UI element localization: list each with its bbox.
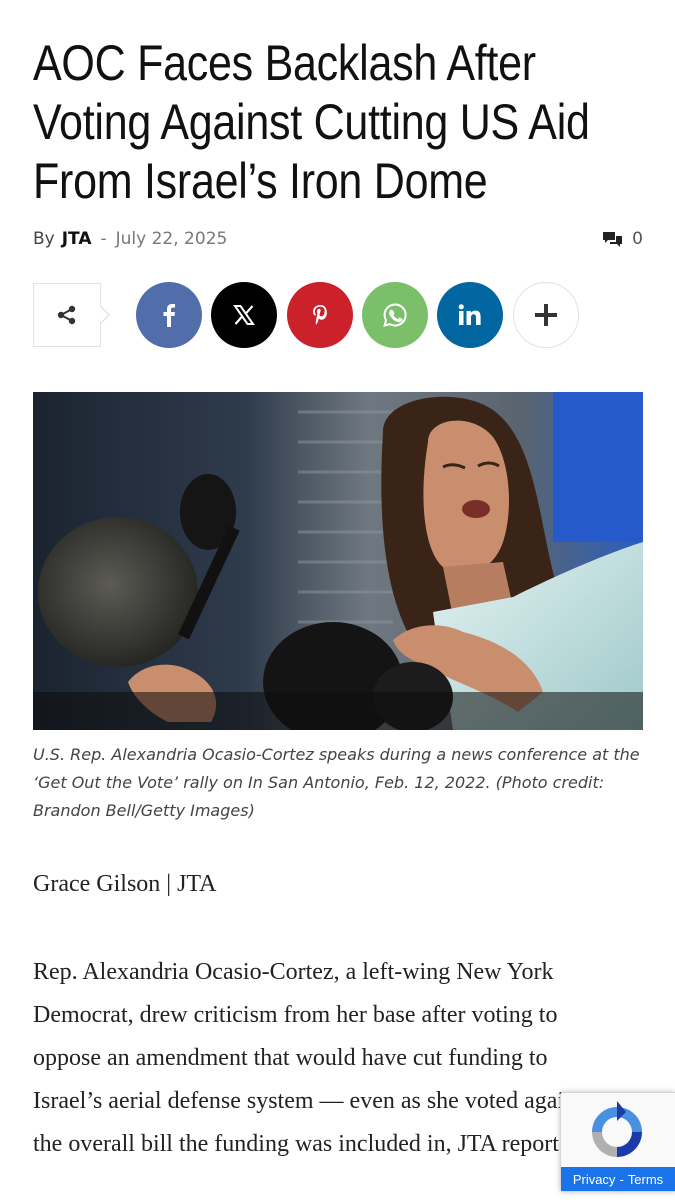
comment-count: 0: [632, 229, 643, 249]
publish-date: July 22, 2025: [115, 229, 228, 249]
facebook-icon: [163, 304, 175, 327]
photo-caption: U.S. Rep. Alexandria Ocasio-Cortez speak…: [33, 745, 640, 820]
pinterest-share-button[interactable]: [287, 282, 353, 348]
author-link[interactable]: JTA: [62, 229, 92, 249]
linkedin-icon: [458, 304, 481, 325]
by-label: By: [33, 229, 55, 249]
pinterest-icon: [313, 305, 327, 325]
share-toggle[interactable]: [33, 283, 101, 347]
photo-illustration: [33, 392, 643, 730]
article-byline: Grace Gilson | JTA: [33, 871, 217, 897]
recaptcha-separator: -: [619, 1171, 624, 1187]
article-photo: [33, 392, 643, 730]
x-share-button[interactable]: [211, 282, 277, 348]
whatsapp-share-button[interactable]: [362, 282, 428, 348]
meta-separator: -: [100, 229, 107, 249]
recaptcha-badge[interactable]: Privacy - Terms: [560, 1092, 675, 1192]
x-icon: [233, 305, 255, 325]
whatsapp-icon: [383, 303, 407, 327]
plus-icon: [535, 304, 557, 326]
share-icon: [57, 305, 76, 325]
recaptcha-links: Privacy - Terms: [561, 1167, 675, 1191]
article-meta: By JTA - July 22, 2025 0: [33, 226, 643, 252]
recaptcha-privacy-link[interactable]: Privacy: [573, 1172, 616, 1187]
recaptcha-terms-link[interactable]: Terms: [628, 1172, 663, 1187]
share-arrow-inner: [99, 306, 108, 324]
comments-link[interactable]: 0: [602, 229, 643, 249]
article-headline: AOC Faces Backlash After Voting Against …: [33, 35, 590, 209]
facebook-share-button[interactable]: [136, 282, 202, 348]
more-share-button[interactable]: [513, 282, 579, 348]
linkedin-share-button[interactable]: [437, 282, 503, 348]
recaptcha-icon: [592, 1101, 642, 1157]
comments-icon: [603, 231, 623, 247]
